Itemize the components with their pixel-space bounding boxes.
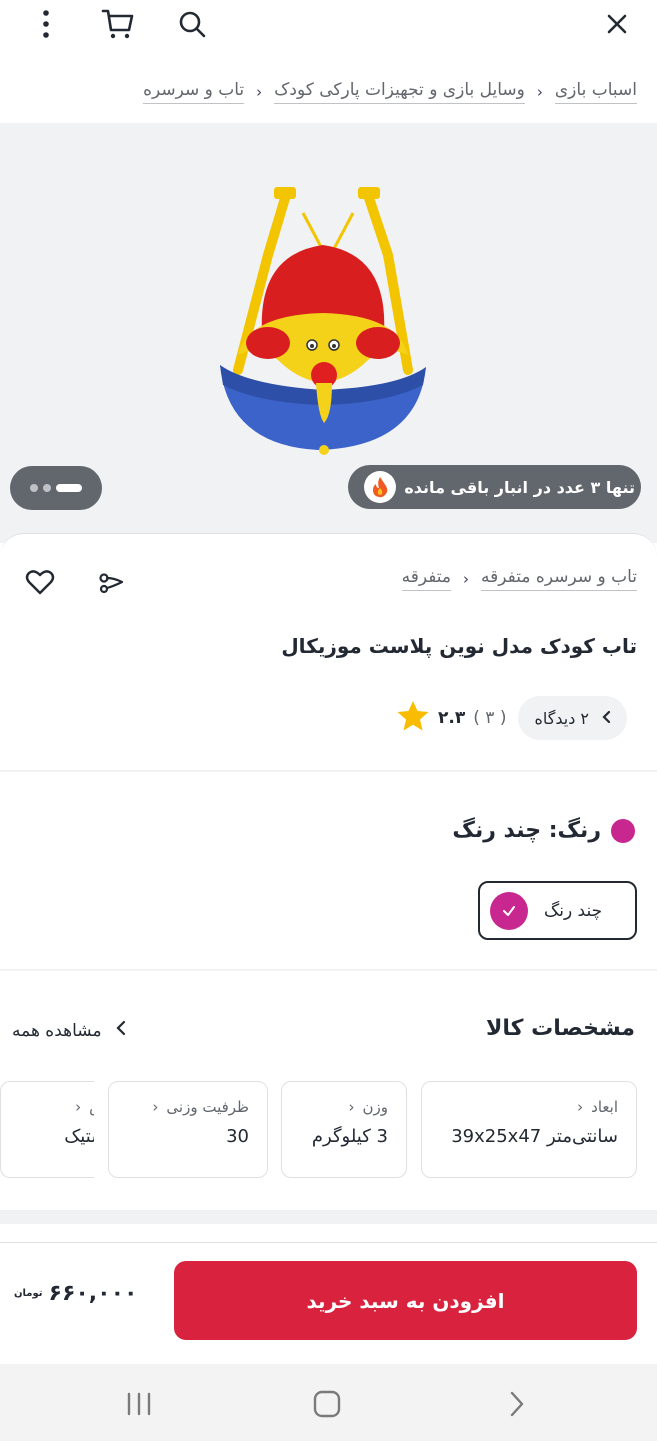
system-nav-bar <box>0 1364 657 1441</box>
product-info-card: متفرقه ‹ تاب و سرسره متفرقه تاب کودک مدل… <box>0 533 657 773</box>
breadcrumb-swing[interactable]: تاب و سرسره <box>143 80 245 104</box>
spec-key: وزن <box>362 1098 388 1116</box>
rating-row: ۲.۳ ( ۳ ) ۲ دیدگاه <box>396 696 637 740</box>
spec-key-row: جنس ‹ <box>19 1098 94 1116</box>
stock-text: تنها ۳ عدد در انبار باقی مانده <box>404 477 635 497</box>
spec-key-row: ظرفیت وزنی ‹ <box>127 1098 249 1116</box>
fire-icon <box>364 471 397 503</box>
spec-key: ظرفیت وزنی <box>166 1098 249 1116</box>
spec-card-capacity[interactable]: ظرفیت وزنی ‹ 30 <box>108 1081 268 1178</box>
rating-score: ۲.۳ <box>438 708 466 728</box>
price: تومان ۶۶۰,۰۰۰ <box>14 1281 137 1306</box>
color-heading: رنگ: چند رنگ <box>452 818 635 843</box>
chevron-left-icon: ‹ <box>75 1098 82 1116</box>
category-path: متفرقه ‹ تاب و سرسره متفرقه <box>401 567 637 591</box>
spec-key-row: وزن ‹ <box>300 1098 388 1116</box>
breadcrumb-toys[interactable]: اسباب بازی <box>554 80 637 104</box>
section-divider <box>0 969 657 971</box>
chevron-left-icon: ‹ <box>536 83 543 101</box>
cart-icon[interactable] <box>100 6 136 42</box>
spec-value: پلاستیک <box>64 1126 94 1147</box>
product-image[interactable] <box>208 185 438 470</box>
color-label: رنگ: چند رنگ <box>452 818 601 843</box>
chevron-left-icon: ‹ <box>348 1098 355 1116</box>
spec-value: 3 کیلوگرم <box>311 1126 388 1147</box>
more-menu-icon[interactable] <box>28 6 64 42</box>
chevron-left-icon: ‹ <box>256 83 263 101</box>
section-divider <box>0 1210 657 1224</box>
spec-key-row: ابعاد ‹ <box>440 1098 618 1116</box>
recent-apps-icon[interactable] <box>119 1384 159 1424</box>
see-all-specs-button[interactable]: مشاهده همه <box>12 1020 126 1041</box>
reviews-label: ۲ دیدگاه <box>534 708 589 728</box>
home-icon[interactable] <box>307 1384 347 1424</box>
product-title: تاب کودک مدل نوین پلاست موزیکال <box>281 634 637 658</box>
top-bar <box>0 0 657 56</box>
chevron-left-icon <box>116 1020 126 1041</box>
spec-card-dimensions[interactable]: ابعاد ‹ سانتی‌متر 39x25x47 <box>421 1081 637 1178</box>
specs-title: مشخصات کالا <box>485 1016 635 1041</box>
chevron-left-icon: ‹ <box>152 1098 159 1116</box>
currency-label: تومان <box>14 1288 43 1299</box>
back-icon[interactable] <box>497 1384 537 1424</box>
chevron-left-icon: ‹ <box>463 570 470 588</box>
pager-dot <box>30 484 38 492</box>
share-icon[interactable] <box>94 564 130 600</box>
spec-card-weight[interactable]: وزن ‹ 3 کیلوگرم <box>281 1081 407 1178</box>
star-icon <box>396 700 430 736</box>
spec-card-material[interactable]: جنس ‹ پلاستیک <box>0 1081 94 1178</box>
spec-value: 30 <box>226 1126 249 1147</box>
price-amount: ۶۶۰,۰۰۰ <box>48 1281 138 1306</box>
gallery-pager[interactable] <box>10 466 102 510</box>
add-to-cart-button[interactable]: افزودن به سبد خرید <box>174 1261 637 1340</box>
product-gallery[interactable]: تنها ۳ عدد در انبار باقی مانده <box>0 123 657 543</box>
spec-key: جنس <box>89 1098 94 1116</box>
spec-value: سانتی‌متر 39x25x47 <box>451 1126 618 1147</box>
pager-dot-active <box>56 484 82 492</box>
see-all-label: مشاهده همه <box>12 1020 102 1041</box>
close-icon[interactable] <box>599 6 635 42</box>
rating-count: ( ۳ ) <box>473 708 507 728</box>
selected-color-dot <box>611 818 635 843</box>
chevron-left-icon <box>601 709 611 728</box>
chevron-left-icon: ‹ <box>577 1098 584 1116</box>
category-swing-misc[interactable]: تاب و سرسره متفرقه <box>481 567 637 591</box>
category-misc[interactable]: متفرقه <box>401 567 452 591</box>
breadcrumb: اسباب بازی ‹ وسایل بازی و تجهیزات پارکی … <box>40 72 637 112</box>
reviews-button[interactable]: ۲ دیدگاه <box>518 696 627 740</box>
color-option-multicolor[interactable]: چند رنگ <box>478 881 637 940</box>
breadcrumb-playground[interactable]: وسایل بازی و تجهیزات پارکی کودک <box>274 80 525 104</box>
check-icon <box>490 891 528 930</box>
pager-dot <box>43 484 51 492</box>
color-option-label: چند رنگ <box>544 900 603 921</box>
buy-bar: افزودن به سبد خرید تومان ۶۶۰,۰۰۰ <box>0 1242 657 1364</box>
stock-badge: تنها ۳ عدد در انبار باقی مانده <box>348 465 641 509</box>
spec-key: ابعاد <box>591 1098 618 1116</box>
search-icon[interactable] <box>174 6 210 42</box>
section-divider <box>0 770 657 772</box>
heart-icon[interactable] <box>22 564 58 600</box>
